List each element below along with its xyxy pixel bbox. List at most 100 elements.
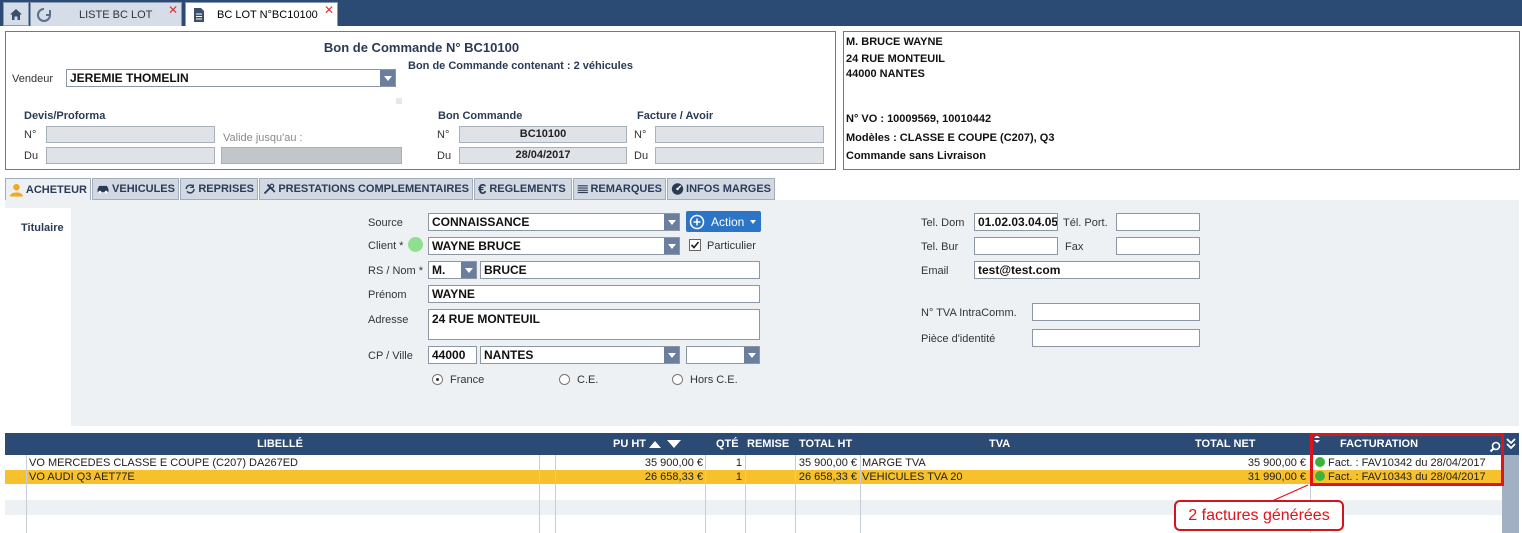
radio-ce-label: C.E. — [577, 374, 599, 386]
tva-intracomm-input[interactable] — [1032, 303, 1200, 321]
tel-bur-label: Tel. Bur — [921, 241, 959, 253]
client-select[interactable]: WAYNE BRUCE — [428, 237, 680, 255]
action-label: Action — [711, 214, 745, 229]
home-button[interactable] — [3, 2, 29, 26]
particulier-label: Particulier — [707, 240, 756, 252]
prenom-input[interactable]: WAYNE — [428, 285, 760, 303]
table-row-selected[interactable]: VO AUDI Q3 AET77E 26 658,33 € 1 26 658,3… — [5, 470, 1502, 484]
expand-icon[interactable] — [1505, 437, 1517, 451]
tel-dom-input[interactable]: 01.02.03.04.05 — [974, 213, 1058, 231]
col-pu-ht-label: PU HT — [613, 438, 646, 450]
col-qte[interactable]: QTÉ — [716, 433, 741, 455]
acheteur-panel: Titulaire Source CONNAISSANCE Action Cli… — [5, 200, 1519, 426]
email-input[interactable]: test@test.com — [974, 261, 1200, 279]
fax-input[interactable] — [1116, 237, 1200, 255]
civilite-value: M. — [432, 263, 446, 277]
tab-label: REPRISES — [198, 183, 254, 195]
chevron-down-icon — [744, 347, 759, 363]
vendeur-select[interactable]: JEREMIE THOMELIN — [66, 69, 396, 87]
row-pu-ht: 26 658,33 € — [644, 471, 703, 483]
row-pu-ht: 35 900,00 € — [644, 457, 703, 469]
piece-identite-label: Pièce d'identité — [921, 333, 996, 345]
col-total-ht[interactable]: TOTAL HT — [799, 433, 855, 455]
tab-reglements[interactable]: € REGLEMENTS — [474, 178, 572, 200]
scrollbar[interactable] — [1502, 455, 1519, 533]
row-qte: 1 — [735, 457, 742, 469]
valide-date-field[interactable] — [221, 147, 402, 164]
piece-identite-input[interactable] — [1032, 329, 1200, 347]
row-total-net: 31 990,00 € — [1247, 471, 1306, 483]
euro-icon: € — [478, 180, 487, 198]
bon-num-field[interactable]: BC10100 — [459, 126, 627, 143]
tab-acheteur[interactable]: ACHETEUR — [5, 178, 91, 200]
civilite-select[interactable]: M. — [428, 261, 477, 279]
side-tab-label: Titulaire — [21, 222, 64, 234]
tab-vehicules[interactable]: VEHICULES — [92, 178, 179, 200]
particulier-checkbox[interactable] — [689, 239, 701, 251]
side-tab-titulaire[interactable]: Titulaire — [5, 208, 71, 250]
modeles: Modèles : CLASSE E COUPE (C207), Q3 — [846, 132, 1055, 144]
close-icon[interactable]: ✕ — [324, 3, 334, 17]
table-row[interactable]: VO MERCEDES CLASSE E COUPE (C207) DA267E… — [5, 456, 1502, 470]
devis-num-label: N° — [24, 129, 37, 141]
row-total-ht: 26 658,33 € — [798, 471, 857, 483]
ville-select[interactable]: NANTES — [480, 346, 680, 364]
chevron-down-icon — [750, 219, 756, 224]
sort-arrows-icon[interactable] — [648, 439, 682, 449]
radio-france[interactable] — [432, 374, 443, 385]
radio-hors-ce[interactable] — [672, 374, 683, 385]
fax-label: Fax — [1065, 241, 1084, 253]
tel-port-input[interactable] — [1116, 213, 1200, 231]
home-icon — [10, 8, 22, 20]
source-select[interactable]: CONNAISSANCE — [428, 213, 680, 231]
adresse-textarea[interactable]: 24 RUE MONTEUIL — [428, 309, 760, 340]
pays-select[interactable] — [686, 346, 760, 364]
col-tva[interactable]: TVA — [989, 433, 1019, 455]
tab-prestations[interactable]: PRESTATIONS COMPLEMENTAIRES — [259, 178, 473, 200]
document-icon — [194, 7, 204, 22]
list-icon — [577, 185, 588, 194]
close-icon[interactable]: ✕ — [168, 3, 178, 17]
tab-liste-bc-lot[interactable]: LISTE BC LOT ✕ — [30, 2, 182, 26]
col-total-net[interactable]: TOTAL NET — [1195, 433, 1265, 455]
tab-remarques[interactable]: REMARQUES — [573, 178, 666, 200]
row-libelle: VO MERCEDES CLASSE E COUPE (C207) DA267E… — [29, 457, 298, 469]
cp-input[interactable]: 44000 — [428, 346, 477, 364]
gauge-icon — [671, 183, 684, 195]
prenom-label: Prénom — [368, 289, 407, 301]
chevron-down-icon — [664, 347, 679, 363]
adresse-label: Adresse — [368, 314, 409, 326]
callout-label: 2 factures générées — [1174, 500, 1344, 531]
devis-date-field[interactable] — [46, 147, 215, 164]
bon-commande-title: Bon Commande — [438, 110, 523, 122]
chevron-down-icon — [380, 70, 395, 86]
tel-bur-input[interactable] — [974, 237, 1058, 255]
check-icon — [690, 241, 700, 249]
col-remise[interactable]: REMISE — [747, 433, 793, 455]
facture-date-field[interactable] — [655, 147, 824, 164]
source-value: CONNAISSANCE — [432, 215, 530, 229]
tab-infos-marges[interactable]: INFOS MARGES — [667, 178, 775, 200]
tab-reprises[interactable]: REPRISES — [180, 178, 258, 200]
row-libelle: VO AUDI Q3 AET77E — [29, 471, 135, 483]
radio-ce[interactable] — [559, 374, 570, 385]
facture-num-label: N° — [634, 129, 647, 141]
devis-num-field[interactable] — [46, 126, 215, 143]
email-label: Email — [921, 265, 949, 277]
user-icon — [9, 183, 23, 197]
grid-divider — [26, 455, 27, 533]
grid-divider — [705, 455, 706, 533]
side-tab-filler — [5, 250, 71, 426]
order-subtitle: Bon de Commande contenant : 2 véhicules — [408, 60, 633, 72]
action-button[interactable]: Action — [686, 211, 761, 232]
row-total-net: 35 900,00 € — [1247, 457, 1306, 469]
bon-date-field[interactable]: 28/04/2017 — [459, 147, 627, 164]
client-label: Client * — [368, 240, 404, 252]
radio-hors-ce-label: Hors C.E. — [690, 374, 738, 386]
facture-num-field[interactable] — [655, 126, 824, 143]
separator — [396, 98, 402, 104]
tab-bc-lot-detail[interactable]: BC LOT N°BC10100 ✕ — [185, 2, 338, 26]
plus-circle-icon — [689, 214, 705, 229]
col-libelle[interactable]: LIBELLÉ — [5, 433, 555, 455]
nom-input[interactable]: BRUCE — [480, 261, 760, 279]
